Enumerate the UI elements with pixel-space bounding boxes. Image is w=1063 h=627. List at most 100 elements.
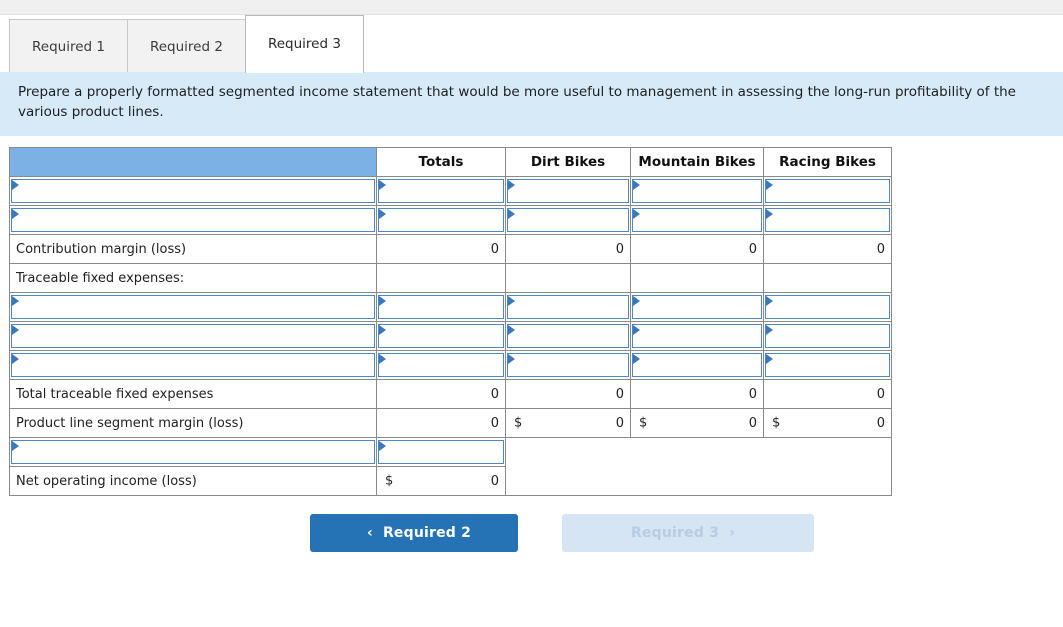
dropdown-triangle-icon bbox=[633, 325, 640, 335]
dropdown-triangle-icon bbox=[766, 180, 773, 190]
currency-symbol: $ bbox=[385, 473, 394, 489]
row-label-net-operating-income: Net operating income (loss) bbox=[9, 466, 377, 496]
table-row: Contribution margin (loss) 0 0 0 0 bbox=[9, 234, 892, 264]
worksheet-container: Totals Dirt Bikes Mountain Bikes Racing … bbox=[0, 137, 1063, 496]
table-row: Product line segment margin (loss) 0 $0 … bbox=[9, 408, 892, 438]
dropdown-triangle-icon bbox=[12, 180, 19, 190]
dropdown-triangle-icon bbox=[766, 296, 773, 306]
tab-required-3-label: Required 3 bbox=[267, 36, 341, 52]
chevron-right-icon: › bbox=[729, 525, 736, 541]
value-segment-margin-mountain: $0 bbox=[630, 408, 764, 438]
entry-cell-mountain-4[interactable] bbox=[630, 292, 764, 322]
dropdown-triangle-icon bbox=[379, 325, 386, 335]
browser-top-strip bbox=[0, 0, 1063, 15]
table-row bbox=[9, 437, 892, 496]
entry-cell-racing-0[interactable] bbox=[763, 176, 892, 206]
entry-cell-label-9[interactable] bbox=[9, 437, 377, 467]
dropdown-triangle-icon bbox=[766, 325, 773, 335]
column-header-dirt-bikes: Dirt Bikes bbox=[505, 147, 631, 177]
tab-required-2[interactable]: Required 2 bbox=[126, 19, 246, 75]
dropdown-triangle-icon bbox=[633, 209, 640, 219]
dropdown-triangle-icon bbox=[508, 354, 515, 364]
dropdown-triangle-icon bbox=[508, 180, 515, 190]
row-label-product-line-segment-margin: Product line segment margin (loss) bbox=[9, 408, 377, 438]
entry-cell-racing-5[interactable] bbox=[763, 321, 892, 351]
entry-cell-dirt-5[interactable] bbox=[505, 321, 631, 351]
value-segment-margin-dirt: $0 bbox=[505, 408, 631, 438]
value-total-traceable-racing: 0 bbox=[763, 379, 892, 409]
currency-symbol: $ bbox=[772, 415, 781, 431]
dropdown-triangle-icon bbox=[12, 209, 19, 219]
entry-cell-label-1[interactable] bbox=[9, 205, 377, 235]
entry-cell-label-0[interactable] bbox=[9, 176, 377, 206]
tab-required-2-label: Required 2 bbox=[149, 39, 223, 55]
table-row bbox=[9, 321, 892, 351]
row-label-contribution-margin: Contribution margin (loss) bbox=[9, 234, 377, 264]
tab-required-1[interactable]: Required 1 bbox=[9, 19, 128, 75]
table-row: Traceable fixed expenses: bbox=[9, 263, 892, 293]
merged-empty-region bbox=[505, 437, 892, 496]
dropdown-triangle-icon bbox=[12, 441, 19, 451]
table-row bbox=[9, 292, 892, 322]
entry-cell-totals-4[interactable] bbox=[376, 292, 506, 322]
value-segment-margin-totals: 0 bbox=[376, 408, 506, 438]
entry-cell-label-4[interactable] bbox=[9, 292, 377, 322]
dropdown-triangle-icon bbox=[633, 354, 640, 364]
dropdown-triangle-icon bbox=[379, 354, 386, 364]
entry-cell-racing-4[interactable] bbox=[763, 292, 892, 322]
dropdown-triangle-icon bbox=[379, 296, 386, 306]
tab-bar: Required 1 Required 2 Required 3 bbox=[0, 15, 1063, 75]
value-total-traceable-totals: 0 bbox=[376, 379, 506, 409]
entry-cell-mountain-6[interactable] bbox=[630, 350, 764, 380]
value-net-operating-income-number: 0 bbox=[490, 473, 499, 489]
blank-cell-racing bbox=[763, 263, 892, 293]
dropdown-triangle-icon bbox=[508, 296, 515, 306]
tab-required-1-label: Required 1 bbox=[32, 39, 105, 55]
entry-cell-mountain-5[interactable] bbox=[630, 321, 764, 351]
segmented-income-statement-table: Totals Dirt Bikes Mountain Bikes Racing … bbox=[9, 147, 892, 496]
blank-cell-totals bbox=[376, 263, 506, 293]
entry-cell-racing-1[interactable] bbox=[763, 205, 892, 235]
entry-cell-mountain-0[interactable] bbox=[630, 176, 764, 206]
dropdown-triangle-icon bbox=[633, 296, 640, 306]
navigation-bar: ‹ Required 2 Required 3 › bbox=[0, 514, 1063, 552]
value-contribution-margin-dirt: 0 bbox=[505, 234, 631, 264]
entry-cell-dirt-6[interactable] bbox=[505, 350, 631, 380]
entry-cell-dirt-0[interactable] bbox=[505, 176, 631, 206]
entry-cell-totals-9[interactable] bbox=[376, 437, 506, 467]
instruction-banner: Prepare a properly formatted segmented i… bbox=[0, 72, 1063, 136]
prev-required-2-button[interactable]: ‹ Required 2 bbox=[310, 514, 518, 552]
column-header-totals: Totals bbox=[376, 147, 506, 177]
entry-cell-label-6[interactable] bbox=[9, 350, 377, 380]
column-header-blank bbox=[9, 147, 377, 177]
table-row bbox=[9, 176, 892, 206]
entry-cell-racing-6[interactable] bbox=[763, 350, 892, 380]
value-segment-margin-mountain-number: 0 bbox=[748, 415, 757, 431]
dropdown-triangle-icon bbox=[508, 209, 515, 219]
next-button-label: Required 3 bbox=[630, 525, 720, 541]
entry-cell-totals-6[interactable] bbox=[376, 350, 506, 380]
value-contribution-margin-totals: 0 bbox=[376, 234, 506, 264]
entry-cell-mountain-1[interactable] bbox=[630, 205, 764, 235]
entry-cell-dirt-4[interactable] bbox=[505, 292, 631, 322]
instruction-text: Prepare a properly formatted segmented i… bbox=[18, 84, 1016, 120]
entry-cell-totals-5[interactable] bbox=[376, 321, 506, 351]
currency-symbol: $ bbox=[639, 415, 648, 431]
next-required-3-button: Required 3 › bbox=[562, 514, 814, 552]
table-header-row: Totals Dirt Bikes Mountain Bikes Racing … bbox=[9, 147, 892, 177]
blank-cell-mountain bbox=[630, 263, 764, 293]
entry-cell-totals-1[interactable] bbox=[376, 205, 506, 235]
tab-required-3[interactable]: Required 3 bbox=[244, 15, 364, 73]
dropdown-triangle-icon bbox=[508, 325, 515, 335]
dropdown-triangle-icon bbox=[379, 209, 386, 219]
entry-cell-totals-0[interactable] bbox=[376, 176, 506, 206]
table-row bbox=[9, 350, 892, 380]
row-label-traceable-fixed-expenses: Traceable fixed expenses: bbox=[9, 263, 377, 293]
value-total-traceable-mountain: 0 bbox=[630, 379, 764, 409]
dropdown-triangle-icon bbox=[379, 180, 386, 190]
column-header-racing-bikes: Racing Bikes bbox=[763, 147, 892, 177]
table-row bbox=[9, 205, 892, 235]
value-total-traceable-dirt: 0 bbox=[505, 379, 631, 409]
entry-cell-label-5[interactable] bbox=[9, 321, 377, 351]
entry-cell-dirt-1[interactable] bbox=[505, 205, 631, 235]
